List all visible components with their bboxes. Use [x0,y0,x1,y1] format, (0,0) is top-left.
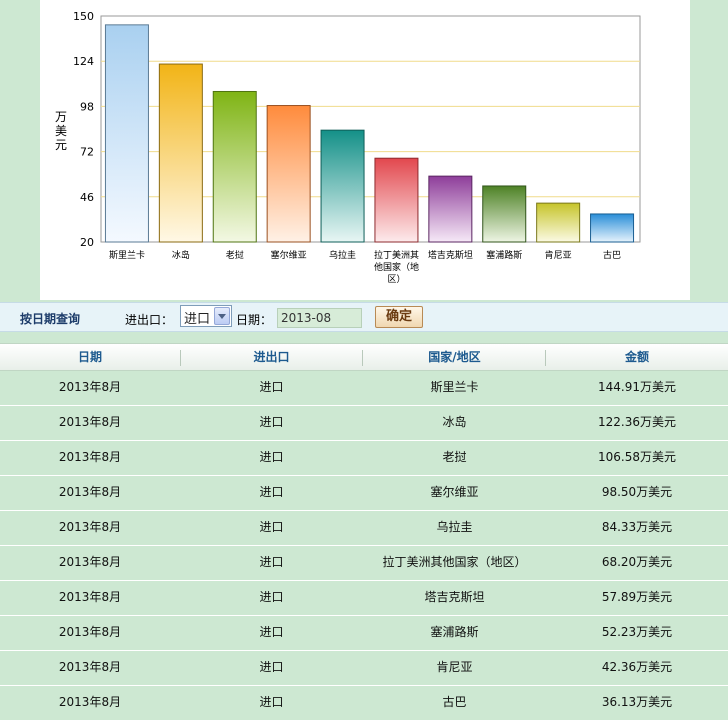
cell-amount: 106.58万美元 [598,450,676,464]
table-body: 2013年8月 进口 斯里兰卡 144.91万美元 2013年8月 进口 冰岛 … [0,371,728,720]
y-tick-label: 46 [80,191,94,204]
bar [536,202,581,243]
chevron-down-icon[interactable] [214,307,230,325]
table-row: 2013年8月 进口 拉丁美洲其他国家（地区） 68.20万美元 [0,546,728,581]
type-label: 进出口： [125,313,174,327]
cell-import-export: 进口 [259,415,284,429]
x-tick-label: 塞浦路斯 [486,249,522,261]
cell-date: 2013年8月 [58,660,122,674]
bar [158,63,203,243]
bar [266,105,311,243]
y-tick-label: 150 [73,10,94,23]
table-row: 2013年8月 进口 塞尔维亚 98.50万美元 [0,476,728,511]
filter-bar: 按日期查询 进出口： 进口 日期： 2013-08 确定 [0,302,728,332]
cell-amount: 122.36万美元 [598,415,676,429]
cell-amount: 42.36万美元 [601,660,673,674]
cell-country: 拉丁美洲其他国家（地区） [382,555,527,569]
cell-date: 2013年8月 [58,485,122,499]
y-axis-label: 万美元 [54,110,67,152]
bar [428,175,473,243]
y-tick-label: 98 [80,100,94,113]
x-tick-label: 斯里兰卡 [109,249,145,261]
cell-amount: 84.33万美元 [601,520,673,534]
cell-country: 塞尔维亚 [430,485,479,499]
import-export-select-value: 进口 [184,312,211,327]
cell-import-export: 进口 [259,450,284,464]
date-label: 日期： [236,313,273,327]
header-import-export: 进出口 [253,350,290,364]
cell-date: 2013年8月 [58,380,122,394]
cell-import-export: 进口 [259,660,284,674]
table-row: 2013年8月 进口 肯尼亚 42.36万美元 [0,651,728,686]
header-country: 国家/地区 [428,350,481,364]
bar [212,90,257,243]
header-amount: 金额 [624,350,649,364]
table-row: 2013年8月 进口 斯里兰卡 144.91万美元 [0,371,728,406]
bar [482,185,527,243]
cell-date: 2013年8月 [58,625,122,639]
table-row: 2013年8月 进口 冰岛 122.36万美元 [0,406,728,441]
bar [104,24,149,243]
x-tick-label: 乌拉圭 [329,249,356,261]
cell-country: 塞浦路斯 [430,625,479,639]
cell-amount: 57.89万美元 [601,590,673,604]
table-header: 日期 进出口 国家/地区 金额 [0,343,728,371]
table-row: 2013年8月 进口 塔吉克斯坦 57.89万美元 [0,581,728,616]
cell-import-export: 进口 [259,380,284,394]
y-tick-label: 124 [73,55,94,68]
bar [320,129,365,243]
cell-country: 塔吉克斯坦 [424,590,485,604]
date-input[interactable]: 2013-08 [277,308,362,328]
cell-import-export: 进口 [259,625,284,639]
cell-country: 古巴 [442,695,467,709]
y-tick-label: 72 [80,146,94,159]
filter-title: 按日期查询 [20,312,81,326]
cell-import-export: 进口 [259,590,284,604]
cell-amount: 144.91万美元 [598,380,676,394]
header-date: 日期 [77,350,102,364]
chart-panel: 150 124 98 72 46 20 斯里兰卡 冰岛 老挝 塞尔维亚 乌拉圭 拉丁美洲其 他国家（地区… [40,0,690,300]
cell-import-export: 进口 [259,520,284,534]
cell-amount: 52.23万美元 [601,625,673,639]
x-tick-label: 他国家（地 [374,261,419,273]
x-tick-label: 塞尔维亚 [271,249,307,261]
cell-amount: 36.13万美元 [601,695,673,709]
cell-date: 2013年8月 [58,520,122,534]
bar [374,157,419,243]
x-tick-label: 冰岛 [172,249,190,261]
cell-date: 2013年8月 [58,590,122,604]
cell-import-export: 进口 [259,695,284,709]
cell-country: 老挝 [442,450,467,464]
x-tick-label: 拉丁美洲其 [374,249,419,261]
cell-amount: 68.20万美元 [601,555,673,569]
x-tick-label: 老挝 [226,249,244,261]
cell-country: 斯里兰卡 [430,380,479,394]
table-row: 2013年8月 进口 塞浦路斯 52.23万美元 [0,616,728,651]
cell-country: 冰岛 [442,415,467,429]
cell-date: 2013年8月 [58,415,122,429]
cell-import-export: 进口 [259,485,284,499]
confirm-button[interactable]: 确定 [375,306,423,328]
table-row: 2013年8月 进口 古巴 36.13万美元 [0,686,728,720]
cell-date: 2013年8月 [58,555,122,569]
cell-date: 2013年8月 [58,695,122,709]
bar [590,213,635,243]
cell-import-export: 进口 [259,555,284,569]
cell-country: 肯尼亚 [436,660,473,674]
x-tick-label: 肯尼亚 [545,249,572,261]
x-tick-label: 塔吉克斯坦 [428,249,473,261]
import-export-select[interactable]: 进口 [180,305,232,327]
cell-country: 乌拉圭 [436,520,473,534]
bar-chart: 150 124 98 72 46 20 斯里兰卡 冰岛 老挝 塞尔维亚 乌拉圭 拉丁美洲其他国家（地区… [73,10,641,285]
x-tick-label: 古巴 [603,249,621,261]
table-row: 2013年8月 进口 老挝 106.58万美元 [0,441,728,476]
cell-date: 2013年8月 [58,450,122,464]
y-tick-label: 20 [80,236,94,249]
cell-amount: 98.50万美元 [601,485,673,499]
x-tick-label: 区） [387,274,405,285]
table-row: 2013年8月 进口 乌拉圭 84.33万美元 [0,511,728,546]
